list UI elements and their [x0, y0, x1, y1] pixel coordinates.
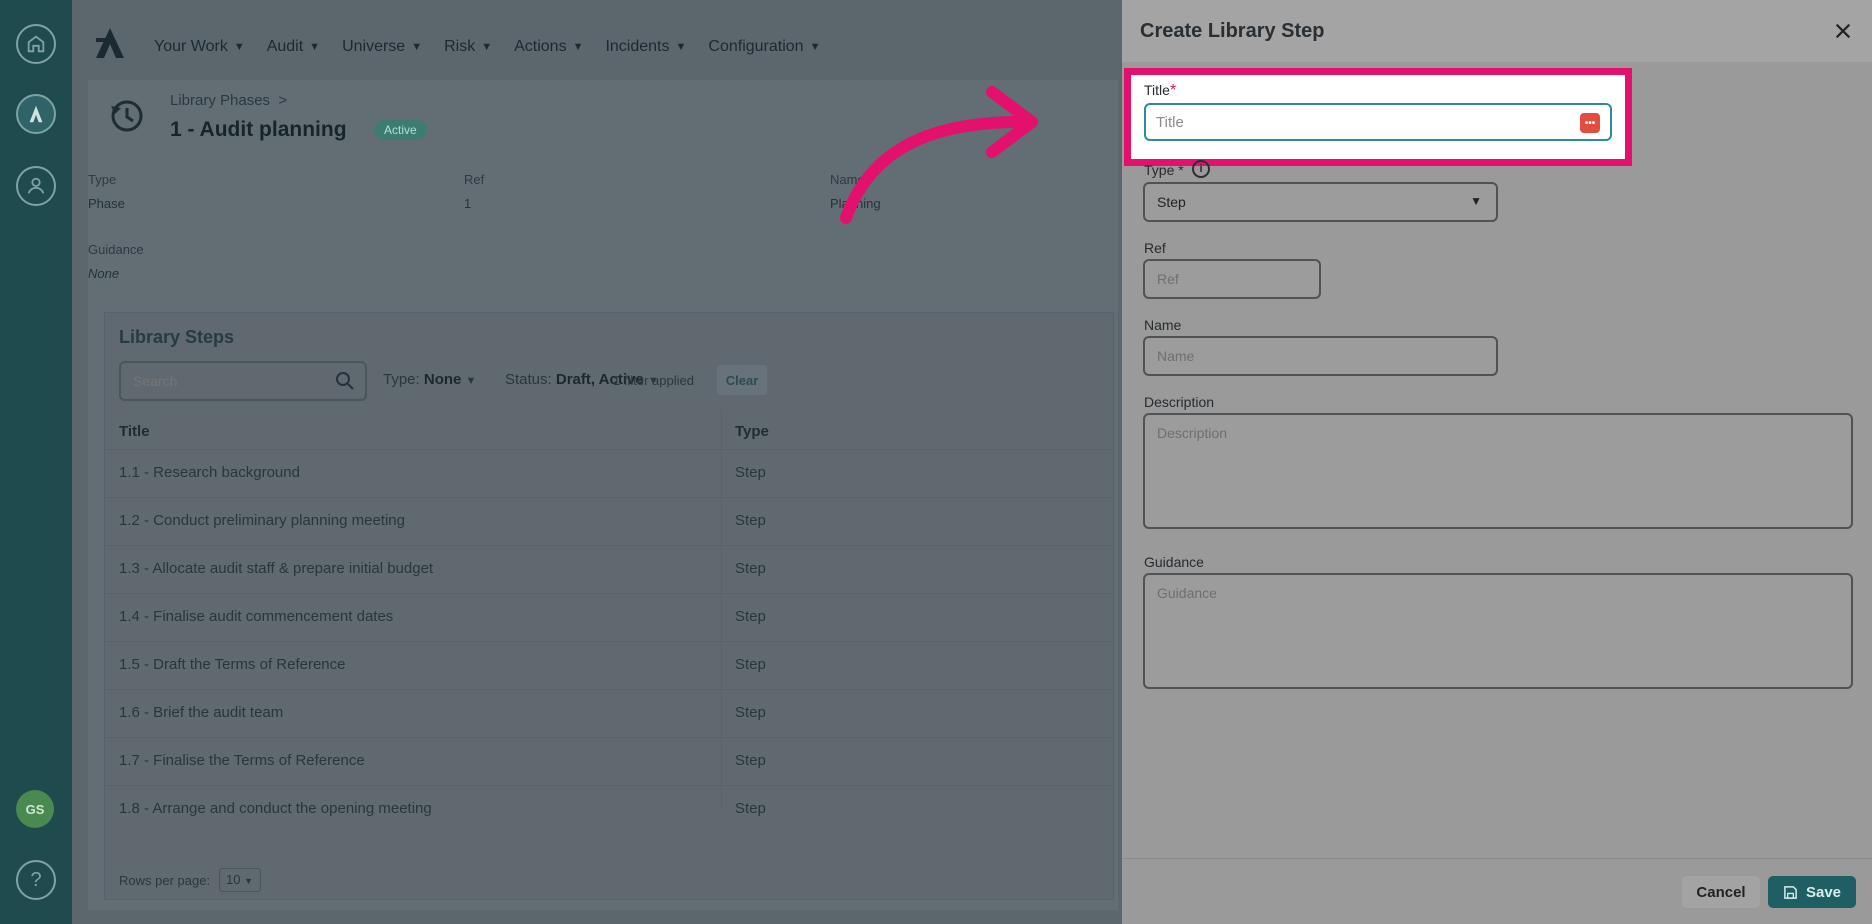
- meta-guidance-label: Guidance: [88, 242, 144, 257]
- name-label: Name: [1144, 317, 1182, 333]
- title-label: Title*: [1144, 82, 1177, 99]
- guidance-label: Guidance: [1144, 554, 1204, 570]
- ref-label: Ref: [1144, 240, 1166, 256]
- nav-configuration[interactable]: Configuration ▼: [708, 38, 820, 56]
- guidance-input[interactable]: [1145, 575, 1851, 687]
- column-header-type[interactable]: Type: [735, 423, 769, 440]
- help-icon[interactable]: ?: [16, 860, 56, 900]
- nav-risk[interactable]: Risk ▼: [444, 38, 492, 56]
- column-header-title[interactable]: Title: [119, 423, 150, 440]
- ref-input-wrapper: [1143, 259, 1321, 299]
- annotation-arrow-icon: [840, 86, 1038, 224]
- user-admin-icon[interactable]: [16, 166, 56, 206]
- type-filter[interactable]: Type: None ▼: [383, 371, 476, 388]
- status-badge: Active: [374, 120, 427, 140]
- meta-type-value: Phase: [88, 196, 125, 211]
- search-icon[interactable]: [335, 371, 355, 391]
- cancel-button[interactable]: Cancel: [1682, 876, 1760, 908]
- top-nav: Your Work ▼ Audit ▼ Universe ▼ Risk ▼ Action…: [154, 38, 820, 56]
- nav-your-work[interactable]: Your Work ▼: [154, 38, 245, 56]
- user-avatar[interactable]: GS: [16, 790, 54, 828]
- chevron-down-icon: ▼: [1470, 194, 1482, 208]
- name-input[interactable]: [1145, 338, 1496, 374]
- table-row[interactable]: 1.7 - Finalise the Terms of Reference Ste…: [105, 737, 1115, 785]
- info-icon[interactable]: i: [1192, 160, 1210, 178]
- guidance-input-wrapper: [1143, 573, 1853, 689]
- table-row[interactable]: 1.6 - Brief the audit team Step: [105, 689, 1115, 737]
- chevron-down-icon: ▼: [233, 41, 245, 53]
- description-input-wrapper: [1143, 413, 1853, 529]
- history-icon: [111, 100, 143, 132]
- search-input[interactable]: [121, 363, 321, 399]
- page-title: 1 - Audit planning: [170, 118, 347, 141]
- description-input[interactable]: [1145, 415, 1851, 527]
- nav-universe[interactable]: Universe ▼: [342, 38, 422, 56]
- table-row[interactable]: 1.8 - Arrange and conduct the opening me…: [105, 785, 1115, 833]
- clear-filters-button[interactable]: Clear: [717, 365, 767, 395]
- meta-guidance-value: None: [88, 266, 120, 281]
- breadcrumb[interactable]: Library Phases >: [170, 92, 287, 109]
- nav-actions[interactable]: Actions ▼: [514, 38, 583, 56]
- name-input-wrapper: [1143, 336, 1498, 376]
- search-box: [119, 361, 367, 401]
- password-manager-icon[interactable]: •••: [1580, 113, 1600, 133]
- save-icon: [1784, 885, 1797, 899]
- table-row[interactable]: 1.1 - Research background Step: [105, 449, 1115, 497]
- nav-incidents[interactable]: Incidents ▼: [605, 38, 686, 56]
- home-icon[interactable]: [16, 24, 56, 64]
- close-icon[interactable]: [1830, 18, 1856, 44]
- type-select[interactable]: Step ▼: [1143, 182, 1498, 222]
- chevron-down-icon: ▼: [411, 41, 423, 53]
- table-row[interactable]: 1.3 - Allocate audit staff & prepare ini…: [105, 545, 1115, 593]
- meta-ref-value: 1: [464, 196, 472, 211]
- brand-logo-icon[interactable]: [92, 26, 128, 60]
- ref-input[interactable]: [1145, 261, 1319, 297]
- filters-applied-count: 1 filter applied: [613, 373, 694, 388]
- rows-per-page-label: Rows per page:: [119, 873, 211, 888]
- chevron-down-icon: ▼: [809, 41, 821, 53]
- description-label: Description: [1144, 394, 1215, 410]
- drawer-header: Create Library Step: [1122, 0, 1872, 62]
- nav-audit[interactable]: Audit ▼: [267, 38, 320, 56]
- app-logo-icon[interactable]: [16, 94, 56, 134]
- save-button[interactable]: Save: [1768, 876, 1856, 908]
- required-marker: *: [1169, 82, 1177, 99]
- steps-title: Library Steps: [119, 327, 235, 347]
- chevron-down-icon: ▼: [465, 375, 477, 387]
- table-row[interactable]: 1.2 - Conduct preliminary planning meeti…: [105, 497, 1115, 545]
- chevron-down-icon: ▼: [675, 41, 687, 53]
- left-rail: GS ?: [0, 0, 72, 924]
- meta-type-label: Type: [88, 172, 117, 187]
- library-steps-card: Library Steps Type: None ▼ Status: Draft…: [104, 312, 1115, 900]
- chevron-down-icon: ▼: [572, 41, 584, 53]
- title-input[interactable]: [1146, 105, 1546, 139]
- meta-ref-label: Ref: [464, 172, 485, 187]
- rows-per-page-select[interactable]: 10 ▼: [219, 868, 261, 892]
- title-input-wrapper: •••: [1144, 103, 1612, 141]
- chevron-down-icon: ▼: [309, 41, 321, 53]
- chevron-down-icon: ▼: [244, 876, 254, 886]
- table-row[interactable]: 1.5 - Draft the Terms of Reference Step: [105, 641, 1115, 689]
- drawer-title: Create Library Step: [1140, 20, 1325, 42]
- type-label: Type *: [1144, 162, 1184, 178]
- table-row[interactable]: 1.4 - Finalise audit commencement dates S…: [105, 593, 1115, 641]
- chevron-down-icon: ▼: [481, 41, 493, 53]
